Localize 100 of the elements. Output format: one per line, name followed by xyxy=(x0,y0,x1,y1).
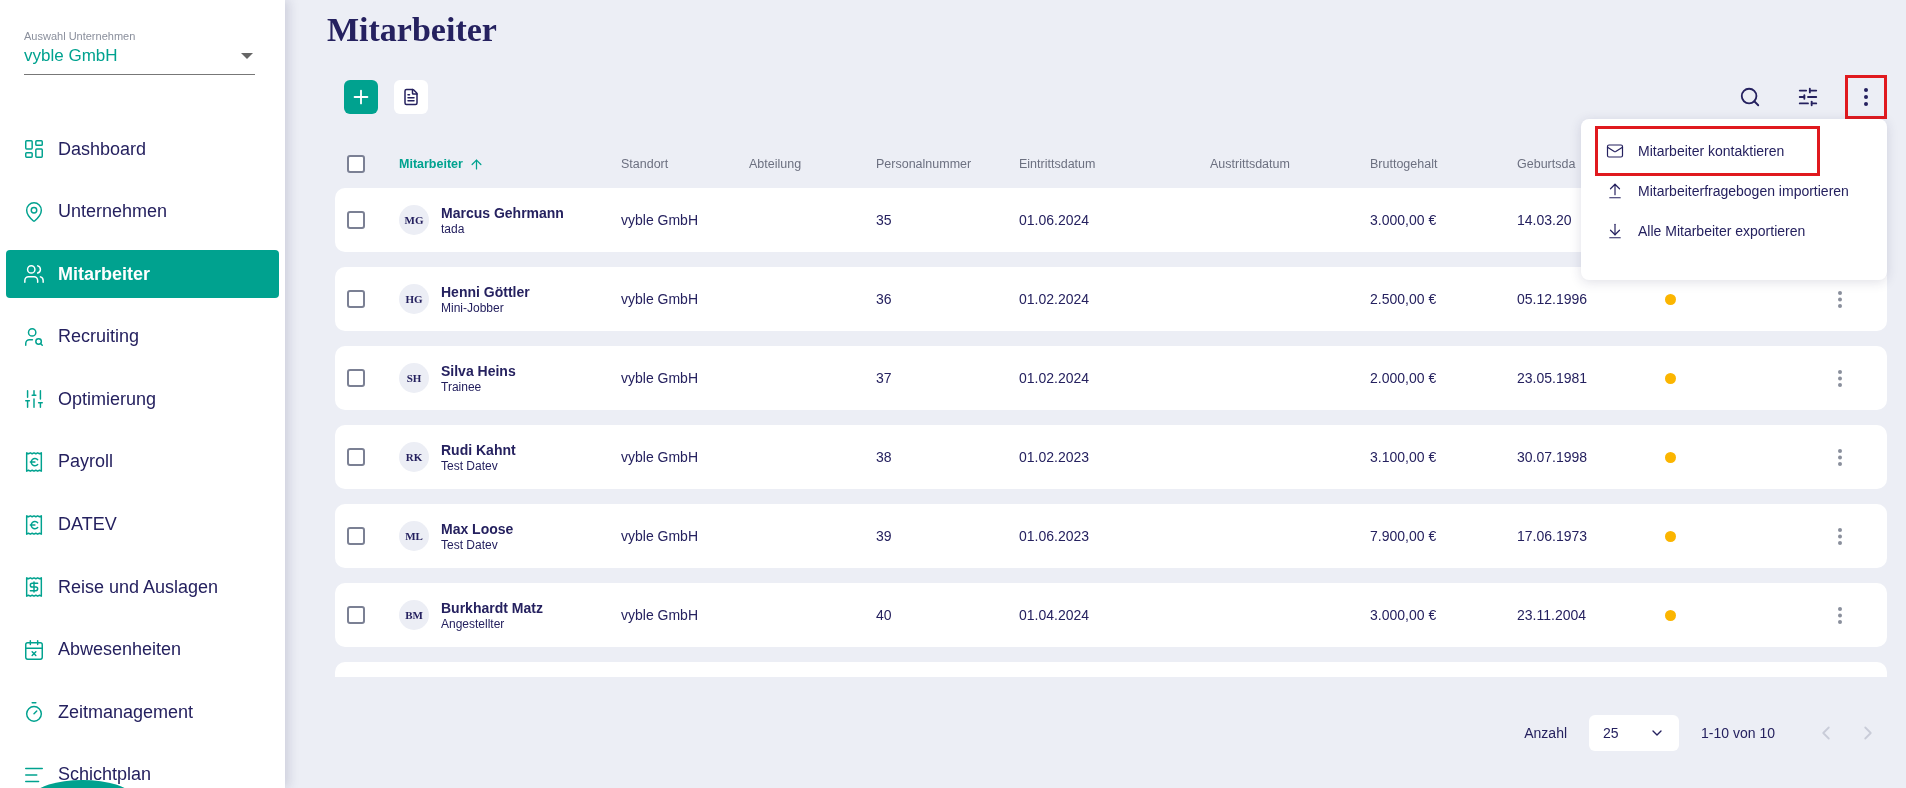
table-cell: 23.05.1981 xyxy=(1517,370,1588,386)
table-cell: 3.000,00 € xyxy=(1370,607,1437,623)
employee-role: Angestellter xyxy=(441,616,506,631)
more-icon xyxy=(1838,290,1842,308)
avatar: MG xyxy=(399,205,429,235)
table-cell: 01.06.2024 xyxy=(1019,212,1090,228)
column-header[interactable]: Standort xyxy=(621,157,749,171)
select-value: vyble GmbH xyxy=(24,46,118,66)
column-header[interactable]: Austrittsdatum xyxy=(1210,157,1370,171)
more-icon xyxy=(1838,448,1842,466)
table-cell: 05.12.1996 xyxy=(1517,291,1588,307)
map-pin-icon xyxy=(23,200,45,223)
euro-document-icon xyxy=(23,513,45,536)
nav-item[interactable]: Dashboard xyxy=(6,125,279,173)
table-cell: 01.02.2024 xyxy=(1019,291,1090,307)
nav-item[interactable]: Optimierung xyxy=(6,375,279,424)
row-checkbox[interactable] xyxy=(347,211,365,229)
page-range: 1-10 von 10 xyxy=(1701,725,1775,741)
table-cell: 7.900,00 € xyxy=(1370,528,1437,544)
table-cell: 2.000,00 € xyxy=(1370,370,1437,386)
table-cell: 39 xyxy=(876,528,892,544)
mail-icon xyxy=(1606,142,1624,160)
employee-name: Max Loose xyxy=(441,520,514,537)
row-checkbox[interactable] xyxy=(347,606,365,624)
caret-icon xyxy=(241,53,253,59)
table-row[interactable]: RK Rudi Kahnt Test Datev vyble GmbH 38 01.02.2023 3.100,00 € 30.07.1998 xyxy=(335,425,1887,489)
table-cell: 01.06.2023 xyxy=(1019,528,1090,544)
column-header[interactable]: Personalnummer xyxy=(876,157,1019,171)
table-row[interactable]: ML Max Loose Test Datev vyble GmbH 39 01.06.2023 7.900,00 € 17.06.1973 xyxy=(335,504,1887,568)
column-header[interactable]: Eintrittsdatum xyxy=(1019,157,1210,171)
users-icon xyxy=(23,263,45,286)
person-search-icon xyxy=(23,325,45,348)
page-title: Mitarbeiter xyxy=(327,10,497,50)
nav-item[interactable]: Recruiting xyxy=(6,312,279,361)
employee-role: Test Datev xyxy=(441,458,499,473)
document-icon xyxy=(402,88,420,106)
table-cell: 17.06.1973 xyxy=(1517,528,1588,544)
column-header[interactable]: Bruttogehalt xyxy=(1370,157,1517,171)
table-cell: vyble GmbH xyxy=(621,212,699,228)
table-row[interactable]: SH Silva Heins Trainee vyble GmbH 37 01.02.2024 2.000,00 € 23.05.1981 xyxy=(335,346,1887,410)
employee-name: Henni Göttler xyxy=(441,283,530,300)
table-cell: 01.02.2024 xyxy=(1019,370,1090,386)
nav-item[interactable]: DATEV xyxy=(6,500,279,549)
nav-item[interactable]: Zeitmanagement xyxy=(6,688,279,737)
employee-name: Marcus Gehrmann xyxy=(441,204,564,221)
table-cell: 3.100,00 € xyxy=(1370,449,1437,465)
table-row[interactable]: HG Henni Göttler Mini-Jobber vyble GmbH 36 01.02.2024 2.500,00 € 05.12.1996 xyxy=(335,267,1887,331)
table-cell: 23.11.2004 xyxy=(1517,607,1587,623)
nav-item[interactable]: Abwesenheiten xyxy=(6,625,279,674)
table-cell: vyble GmbH xyxy=(621,607,699,623)
avatar: HG xyxy=(399,284,429,314)
avatar: RK xyxy=(399,442,429,472)
table-cell: 35 xyxy=(876,212,892,228)
select-all-checkbox[interactable] xyxy=(347,155,365,173)
nav-item[interactable]: Schichtplan xyxy=(6,750,279,788)
calendar-x-icon xyxy=(23,638,45,661)
table-row[interactable]: BM Burkhardt Matz Angestellter vyble GmbH 40 01.04.2024 3.000,00 € 23.11.2004 xyxy=(335,583,1887,647)
employee-role: tada xyxy=(441,221,466,236)
avatar: SH xyxy=(399,363,429,393)
employee-role: Test Datev xyxy=(441,537,499,552)
dashboard-icon xyxy=(23,138,45,160)
employee-name: Rudi Kahnt xyxy=(441,441,516,458)
table-cell: vyble GmbH xyxy=(621,528,699,544)
more-icon xyxy=(1838,369,1842,387)
nav-item[interactable]: Reise und Auslagen xyxy=(6,563,279,612)
row-checkbox[interactable] xyxy=(347,369,365,387)
add-button[interactable] xyxy=(344,80,378,114)
menu-item[interactable]: Mitarbeiter kontaktieren xyxy=(1595,126,1820,176)
page-size-select[interactable]: 25 xyxy=(1589,715,1680,751)
document-button[interactable] xyxy=(394,80,428,114)
more-button[interactable] xyxy=(1845,75,1887,119)
stopwatch-icon xyxy=(23,701,45,724)
column-header[interactable]: Abteilung xyxy=(749,157,876,171)
upload-icon xyxy=(1606,182,1624,200)
table-cell: 38 xyxy=(876,449,892,465)
table-cell: 01.02.2023 xyxy=(1019,449,1090,465)
sliders-icon xyxy=(1797,86,1819,108)
more-icon xyxy=(1838,606,1842,624)
nav-item[interactable]: Unternehmen xyxy=(6,187,279,236)
nav-item[interactable]: Payroll xyxy=(6,437,279,486)
sliders-icon xyxy=(23,388,45,411)
table-cell: vyble GmbH xyxy=(621,449,699,465)
avatar: ML xyxy=(399,521,429,551)
avatar: BM xyxy=(399,600,429,630)
euro-document-icon xyxy=(23,450,45,473)
more-icon xyxy=(1864,88,1868,106)
row-checkbox[interactable] xyxy=(347,290,365,308)
table-cell: 01.04.2024 xyxy=(1019,607,1090,623)
employee-role: Trainee xyxy=(441,379,483,394)
employee-role: Mini-Jobber xyxy=(441,300,505,315)
table-cell: 40 xyxy=(876,607,892,623)
table-cell: 3.000,00 € xyxy=(1370,212,1437,228)
table-cell: 2.500,00 € xyxy=(1370,291,1437,307)
employee-name: Burkhardt Matz xyxy=(441,599,543,616)
search-icon xyxy=(1739,86,1761,108)
download-icon xyxy=(1606,222,1624,240)
table-cell: vyble GmbH xyxy=(621,370,699,386)
row-checkbox[interactable] xyxy=(347,527,365,545)
employee-name: Silva Heins xyxy=(441,362,516,379)
row-checkbox[interactable] xyxy=(347,448,365,466)
